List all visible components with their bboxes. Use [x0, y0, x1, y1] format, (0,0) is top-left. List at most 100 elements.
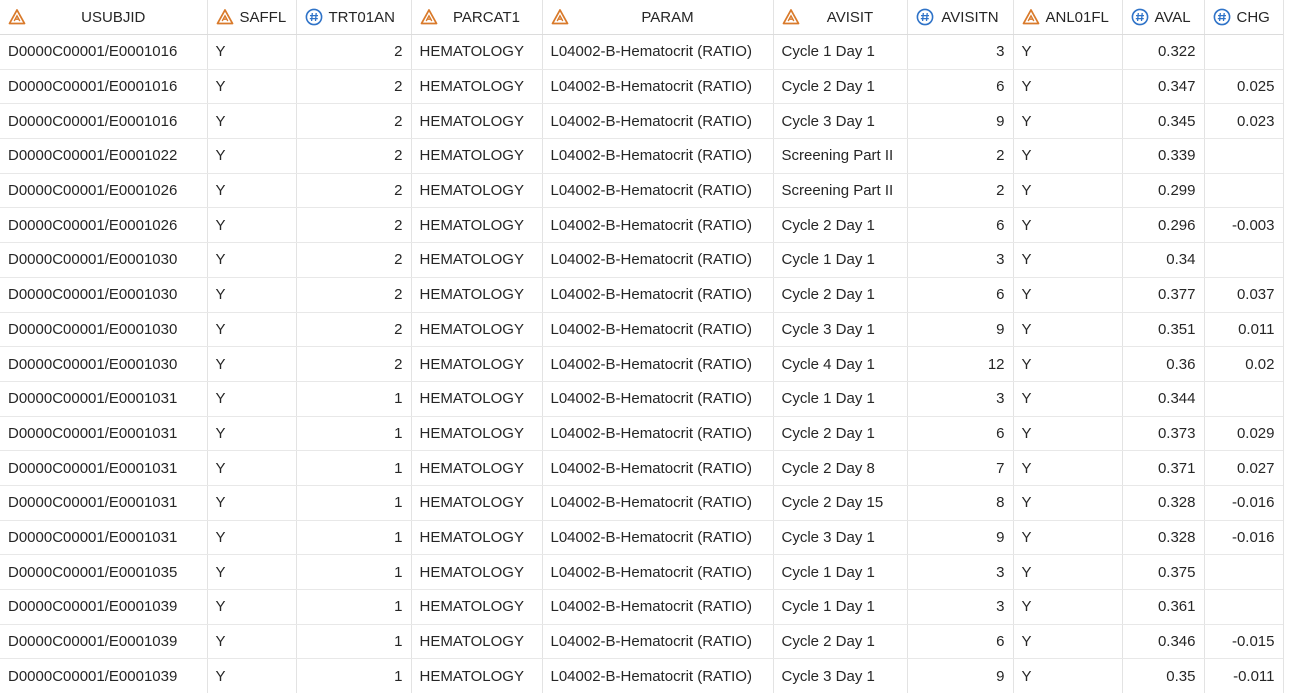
table-row[interactable]: D0000C00001/E0001030Y2HEMATOLOGYL04002-B… [0, 277, 1283, 312]
cell-avisitn[interactable]: 8 [907, 485, 1013, 520]
cell-avisit[interactable]: Cycle 3 Day 1 [773, 104, 907, 139]
cell-trt01an[interactable]: 2 [296, 35, 411, 70]
cell-usubjid[interactable]: D0000C00001/E0001031 [0, 416, 207, 451]
cell-saffl[interactable]: Y [207, 485, 296, 520]
column-header-aval[interactable]: AVAL [1122, 0, 1204, 35]
table-row[interactable]: D0000C00001/E0001016Y2HEMATOLOGYL04002-B… [0, 69, 1283, 104]
cell-anl01fl[interactable]: Y [1013, 624, 1122, 659]
cell-aval[interactable]: 0.34 [1122, 243, 1204, 278]
cell-param[interactable]: L04002-B-Hematocrit (RATIO) [542, 590, 773, 625]
cell-aval[interactable]: 0.351 [1122, 312, 1204, 347]
cell-param[interactable]: L04002-B-Hematocrit (RATIO) [542, 520, 773, 555]
cell-anl01fl[interactable]: Y [1013, 104, 1122, 139]
cell-avisit[interactable]: Screening Part II [773, 139, 907, 174]
table-row[interactable]: D0000C00001/E0001030Y2HEMATOLOGYL04002-B… [0, 312, 1283, 347]
cell-trt01an[interactable]: 2 [296, 277, 411, 312]
cell-saffl[interactable]: Y [207, 104, 296, 139]
cell-chg[interactable]: -0.003 [1204, 208, 1283, 243]
cell-anl01fl[interactable]: Y [1013, 277, 1122, 312]
cell-aval[interactable]: 0.296 [1122, 208, 1204, 243]
column-header-saffl[interactable]: SAFFL [207, 0, 296, 35]
cell-usubjid[interactable]: D0000C00001/E0001035 [0, 555, 207, 590]
cell-aval[interactable]: 0.344 [1122, 381, 1204, 416]
cell-usubjid[interactable]: D0000C00001/E0001031 [0, 520, 207, 555]
cell-aval[interactable]: 0.361 [1122, 590, 1204, 625]
cell-anl01fl[interactable]: Y [1013, 347, 1122, 382]
cell-avisitn[interactable]: 9 [907, 520, 1013, 555]
cell-avisitn[interactable]: 3 [907, 35, 1013, 70]
cell-chg[interactable] [1204, 381, 1283, 416]
cell-usubjid[interactable]: D0000C00001/E0001030 [0, 347, 207, 382]
cell-avisit[interactable]: Cycle 3 Day 1 [773, 520, 907, 555]
cell-avisit[interactable]: Cycle 2 Day 8 [773, 451, 907, 486]
cell-anl01fl[interactable]: Y [1013, 243, 1122, 278]
cell-saffl[interactable]: Y [207, 173, 296, 208]
cell-saffl[interactable]: Y [207, 277, 296, 312]
cell-usubjid[interactable]: D0000C00001/E0001026 [0, 208, 207, 243]
cell-usubjid[interactable]: D0000C00001/E0001031 [0, 485, 207, 520]
cell-anl01fl[interactable]: Y [1013, 555, 1122, 590]
cell-trt01an[interactable]: 2 [296, 139, 411, 174]
table-row[interactable]: D0000C00001/E0001035Y1HEMATOLOGYL04002-B… [0, 555, 1283, 590]
cell-usubjid[interactable]: D0000C00001/E0001016 [0, 69, 207, 104]
cell-param[interactable]: L04002-B-Hematocrit (RATIO) [542, 659, 773, 693]
cell-chg[interactable] [1204, 35, 1283, 70]
cell-usubjid[interactable]: D0000C00001/E0001039 [0, 659, 207, 693]
cell-saffl[interactable]: Y [207, 590, 296, 625]
table-row[interactable]: D0000C00001/E0001039Y1HEMATOLOGYL04002-B… [0, 659, 1283, 693]
cell-saffl[interactable]: Y [207, 381, 296, 416]
cell-anl01fl[interactable]: Y [1013, 416, 1122, 451]
column-header-parcat1[interactable]: PARCAT1 [411, 0, 542, 35]
cell-avisit[interactable]: Cycle 1 Day 1 [773, 381, 907, 416]
cell-chg[interactable]: 0.011 [1204, 312, 1283, 347]
cell-saffl[interactable]: Y [207, 416, 296, 451]
cell-param[interactable]: L04002-B-Hematocrit (RATIO) [542, 104, 773, 139]
cell-trt01an[interactable]: 1 [296, 485, 411, 520]
cell-aval[interactable]: 0.299 [1122, 173, 1204, 208]
table-row[interactable]: D0000C00001/E0001031Y1HEMATOLOGYL04002-B… [0, 416, 1283, 451]
column-header-param[interactable]: PARAM [542, 0, 773, 35]
cell-avisitn[interactable]: 9 [907, 659, 1013, 693]
cell-saffl[interactable]: Y [207, 520, 296, 555]
cell-anl01fl[interactable]: Y [1013, 312, 1122, 347]
cell-anl01fl[interactable]: Y [1013, 173, 1122, 208]
column-header-avisitn[interactable]: AVISITN [907, 0, 1013, 35]
cell-parcat1[interactable]: HEMATOLOGY [411, 624, 542, 659]
cell-chg[interactable]: 0.023 [1204, 104, 1283, 139]
cell-aval[interactable]: 0.36 [1122, 347, 1204, 382]
cell-anl01fl[interactable]: Y [1013, 485, 1122, 520]
cell-chg[interactable]: -0.016 [1204, 520, 1283, 555]
cell-avisitn[interactable]: 6 [907, 624, 1013, 659]
cell-parcat1[interactable]: HEMATOLOGY [411, 451, 542, 486]
cell-aval[interactable]: 0.35 [1122, 659, 1204, 693]
cell-chg[interactable]: 0.037 [1204, 277, 1283, 312]
cell-saffl[interactable]: Y [207, 347, 296, 382]
cell-avisit[interactable]: Cycle 3 Day 1 [773, 659, 907, 693]
cell-parcat1[interactable]: HEMATOLOGY [411, 416, 542, 451]
table-row[interactable]: D0000C00001/E0001031Y1HEMATOLOGYL04002-B… [0, 381, 1283, 416]
table-row[interactable]: D0000C00001/E0001039Y1HEMATOLOGYL04002-B… [0, 624, 1283, 659]
cell-avisit[interactable]: Cycle 2 Day 1 [773, 624, 907, 659]
cell-usubjid[interactable]: D0000C00001/E0001039 [0, 624, 207, 659]
cell-param[interactable]: L04002-B-Hematocrit (RATIO) [542, 35, 773, 70]
cell-chg[interactable]: -0.015 [1204, 624, 1283, 659]
cell-usubjid[interactable]: D0000C00001/E0001039 [0, 590, 207, 625]
cell-avisitn[interactable]: 3 [907, 590, 1013, 625]
table-row[interactable]: D0000C00001/E0001031Y1HEMATOLOGYL04002-B… [0, 485, 1283, 520]
cell-saffl[interactable]: Y [207, 312, 296, 347]
cell-chg[interactable]: 0.027 [1204, 451, 1283, 486]
cell-anl01fl[interactable]: Y [1013, 139, 1122, 174]
cell-anl01fl[interactable]: Y [1013, 69, 1122, 104]
cell-avisitn[interactable]: 7 [907, 451, 1013, 486]
cell-trt01an[interactable]: 2 [296, 104, 411, 139]
cell-anl01fl[interactable]: Y [1013, 381, 1122, 416]
table-row[interactable]: D0000C00001/E0001026Y2HEMATOLOGYL04002-B… [0, 208, 1283, 243]
table-row[interactable]: D0000C00001/E0001030Y2HEMATOLOGYL04002-B… [0, 243, 1283, 278]
cell-trt01an[interactable]: 2 [296, 69, 411, 104]
cell-trt01an[interactable]: 2 [296, 347, 411, 382]
cell-saffl[interactable]: Y [207, 555, 296, 590]
cell-avisit[interactable]: Cycle 2 Day 1 [773, 69, 907, 104]
cell-trt01an[interactable]: 2 [296, 312, 411, 347]
cell-chg[interactable]: 0.029 [1204, 416, 1283, 451]
cell-saffl[interactable]: Y [207, 659, 296, 693]
